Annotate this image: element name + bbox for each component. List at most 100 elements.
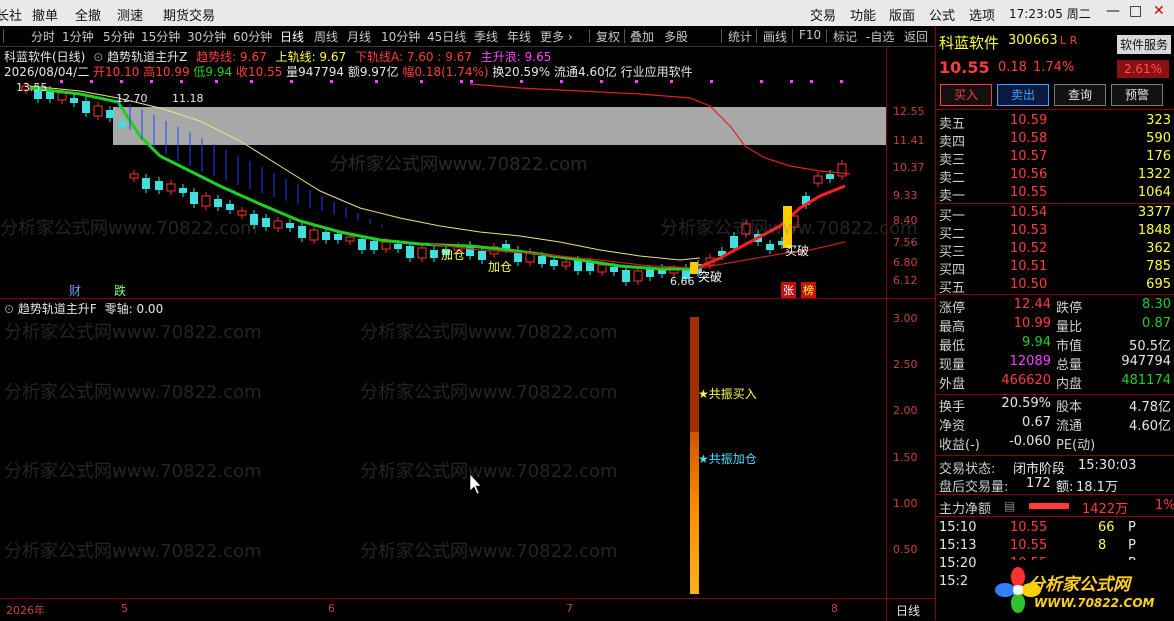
candlestick [406,246,414,258]
y-tick: 6.12 [893,274,918,287]
signal-dot [250,80,253,83]
stat-label: 净资 [939,419,966,434]
toolbar-watchlist[interactable]: -自选 [866,28,894,45]
signal-dot [460,80,463,83]
toolbar-draw[interactable]: 画线 [763,28,787,45]
menu-item-layout[interactable]: 版面 [889,5,915,24]
toolbar-multi-stock[interactable]: 多股 [664,28,688,45]
x-tick: 2026年 [6,604,45,617]
low-label: 6.66 [670,275,695,288]
toolbar-overlay[interactable]: 叠加 [630,28,654,45]
candlestick [322,232,330,240]
menu-item-trade[interactable]: 交易 [810,5,836,24]
signal-dot [60,80,63,83]
y-tick: 3.00 [893,312,918,325]
stat-value: 0.67 [1022,415,1051,430]
menu-item-formula[interactable]: 公式 [929,5,955,24]
signal-dot [420,80,423,83]
sub-zero-axis: 零轴: 0.00 [104,302,164,316]
ask-label: 卖二 [939,171,966,186]
tab-1min[interactable]: 1分钟 [62,28,94,45]
candlestick [226,204,234,210]
tab-more[interactable]: 更多 › [540,28,573,45]
candlestick [334,234,342,240]
signal-dot [670,80,673,83]
tab-fenshi[interactable]: 分时 [31,28,55,45]
info-high: 高10.99 [143,65,190,79]
menu-item-speed-test[interactable]: 测速 [117,5,143,24]
minimize-icon[interactable]: — [1106,3,1120,19]
watermark-11: 分析家公式网www.70822.com [360,541,618,562]
tab-quarterly[interactable]: 季线 [474,28,498,45]
main-kline-chart[interactable]: 科蓝软件(日线) ⊙ 趋势轨道主升Z 趋势线: 9.67 上轨线: 9.67 下… [0,46,918,298]
tab-5min[interactable]: 5分钟 [103,28,135,45]
list-icon[interactable]: ▤ [1004,499,1015,513]
watermark-5: 分析家公式网www.70822.com [360,322,618,343]
tab-monthly[interactable]: 月线 [347,28,371,45]
candlestick [155,181,163,190]
info-close: 收10.55 [235,65,283,79]
toolbar-f10[interactable]: F10 [799,28,821,42]
tab-30min[interactable]: 30分钟 [187,28,226,45]
menu-item-cancel-all[interactable]: 全撤 [75,5,101,24]
candlestick [273,220,283,229]
tab-15min[interactable]: 15分钟 [141,28,180,45]
signal-dot [760,80,763,83]
candlestick [57,92,67,101]
ask-label: 卖四 [939,135,966,150]
tick-time: 15:10 [939,520,977,535]
menu-item-options[interactable]: 选项 [969,5,995,24]
period-label[interactable]: 日线 [886,598,936,621]
toolbar-fuquan[interactable]: 复权 [596,28,620,45]
stat-value: 50.5亿 [1129,339,1171,354]
sector-tag[interactable]: 软件服务 [1117,35,1172,54]
ask-price: 10.57 [1010,149,1048,164]
alert-button[interactable]: 预警 [1111,84,1163,106]
bid-volume: 785 [1146,259,1171,274]
info-amount: 额9.97亿 [347,65,399,79]
menu-item-changshe[interactable]: 长社 [0,5,22,24]
buy-button[interactable]: 买入 [940,84,992,106]
x-tick: 8 [831,602,838,615]
tab-45day[interactable]: 45日线 [427,28,466,45]
x-tick: 5 [121,602,128,615]
close-icon[interactable]: ✕ [1153,3,1165,19]
stat-label: 市值 [1056,339,1083,354]
query-button[interactable]: 查询 [1054,84,1106,106]
candlestick [179,188,187,193]
sub-chevron-icon[interactable]: ⊙ [4,302,14,316]
ask-price: 10.59 [1010,113,1048,128]
bid-volume: 1848 [1137,223,1171,238]
stat-value: 12.44 [1013,297,1051,312]
tab-weekly[interactable]: 周线 [314,28,338,45]
sub-indicator-chart[interactable]: ⊙ 趋势轨道主升F 零轴: 0.00 ★共振买入 ★共振加仓 分析家公式网www… [0,298,886,599]
stat-value: 20.59% [1001,396,1051,411]
stat-value: 4.60亿 [1129,419,1171,434]
tab-60min[interactable]: 60分钟 [233,28,272,45]
indicator-name[interactable]: 趋势轨道主升Z [107,50,187,64]
stat-label: 流通 [1056,419,1083,434]
menu-item-function[interactable]: 功能 [850,5,876,24]
menu-item-cancel-order[interactable]: 撤单 [32,5,58,24]
menu-item-futures[interactable]: 期货交易 [163,5,215,24]
stat-value: 8.30 [1142,297,1171,312]
toolbar-stats[interactable]: 统计 [728,28,752,45]
tab-10min[interactable]: 10分钟 [381,28,420,45]
y-tick: 2.00 [893,404,918,417]
watermark-7: 分析家公式网www.70822.com [360,382,618,403]
bid-volume: 362 [1146,241,1171,256]
after-hours-vol: 172 [1026,476,1051,491]
trade-time: 15:30:03 [1078,458,1137,473]
chevron-down-icon[interactable]: ⊙ [93,50,103,64]
toolbar-back[interactable]: 返回 [904,28,928,45]
tab-yearly[interactable]: 年线 [507,28,531,45]
watermark-10: 分析家公式网www.70822.com [4,541,262,562]
sell-button[interactable]: 卖出 [997,84,1049,106]
ind-main-wave: 主升浪: 9.65 [480,50,552,64]
tab-daily[interactable]: 日线 [280,28,304,45]
toolbar-mark[interactable]: 标记 [833,28,857,45]
menu-bar: 长社 撤单 全撤 测速 期货交易 交易 功能 版面 公式 选项 17:23:05… [0,0,1174,27]
maximize-icon[interactable]: □ [1129,3,1142,19]
sub-indicator-name[interactable]: 趋势轨道主升F [18,302,97,316]
ask-label: 卖三 [939,153,966,168]
